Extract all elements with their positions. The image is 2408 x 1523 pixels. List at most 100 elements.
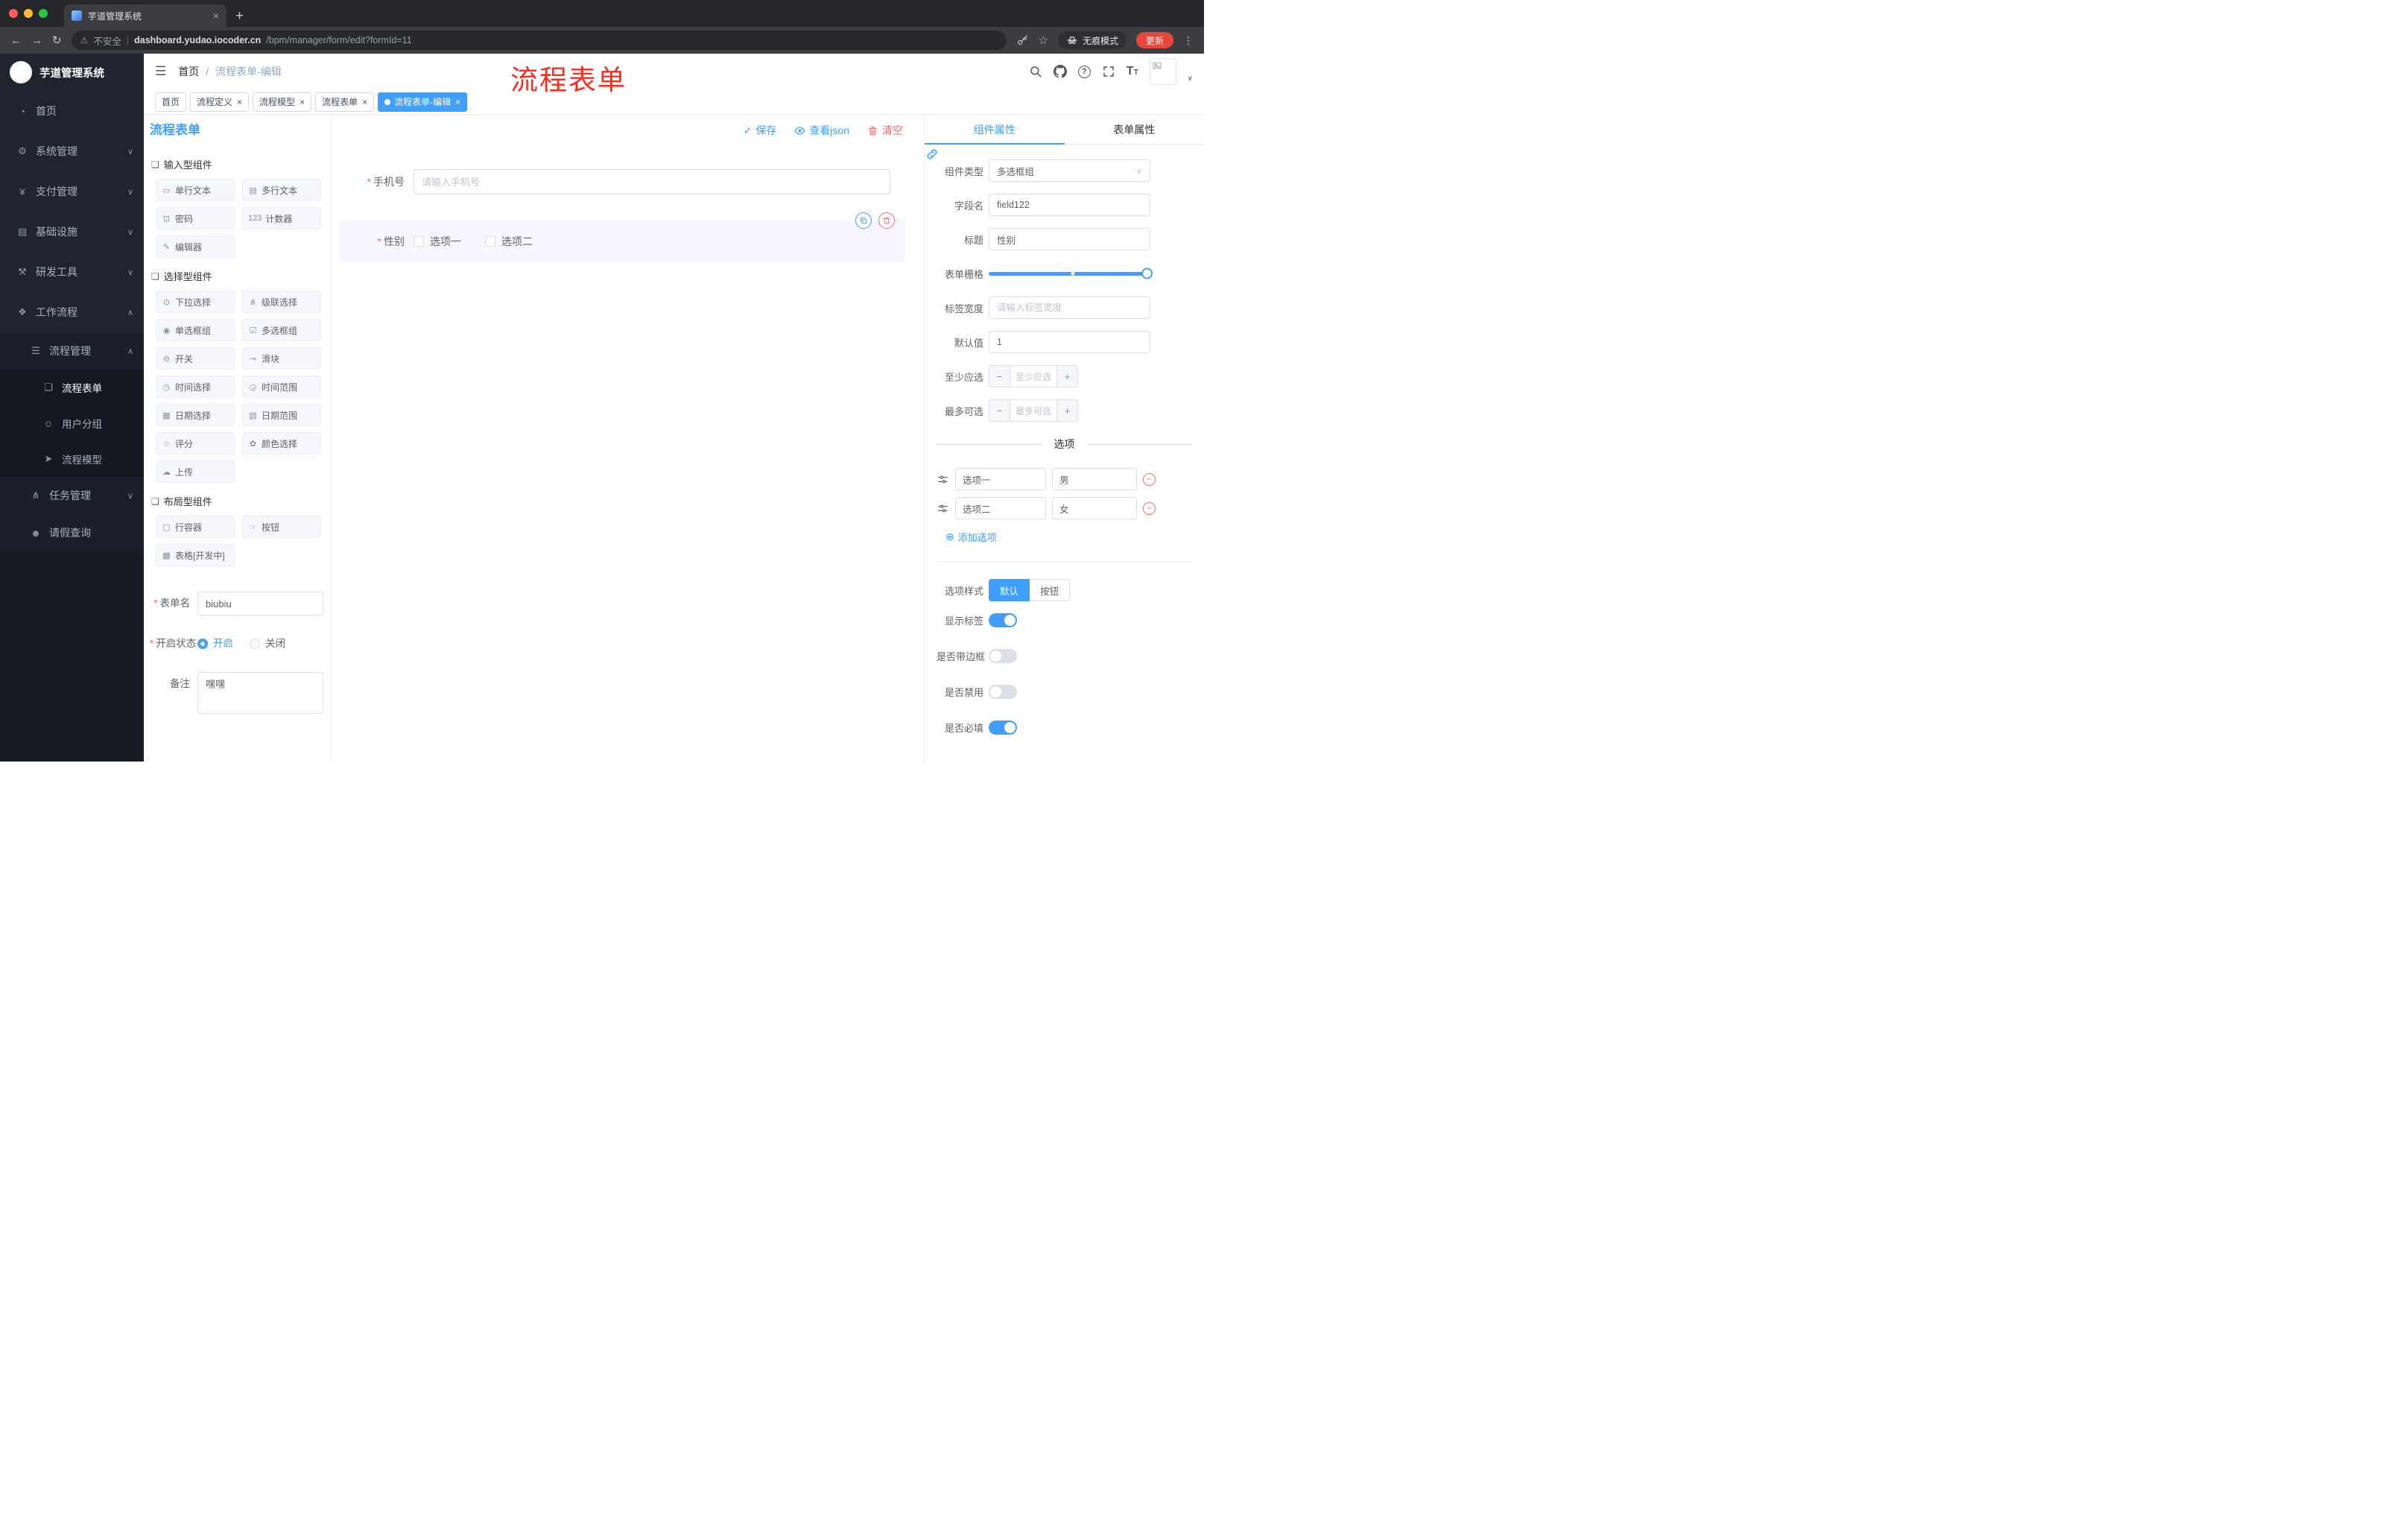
copy-widget-button[interactable]: [855, 212, 872, 229]
sidebar-item-process-management[interactable]: ☰ 流程管理 ∧: [0, 332, 144, 370]
increase-button[interactable]: +: [1056, 366, 1077, 387]
default-value-input[interactable]: [989, 331, 1150, 353]
palette-item-counter[interactable]: 123 计数器: [242, 207, 321, 229]
gender-field-widget[interactable]: * 性别 选项一 选项二: [339, 212, 905, 262]
new-tab-button[interactable]: +: [235, 9, 244, 23]
status-on-radio[interactable]: 开启: [197, 632, 233, 656]
close-icon[interactable]: ×: [237, 97, 242, 107]
fullscreen-icon[interactable]: [1102, 65, 1115, 78]
tab-form-props[interactable]: 表单属性: [1065, 115, 1205, 144]
bookmark-star-icon[interactable]: ☆: [1039, 34, 1048, 47]
decrease-button[interactable]: −: [989, 400, 1010, 421]
palette-item-date-picker[interactable]: ▦ 日期选择: [156, 404, 235, 426]
address-bar[interactable]: ⚠ 不安全 | dashboard.yudao.iocoder.cn/bpm/m…: [71, 31, 1007, 50]
save-button[interactable]: ✓ 保存: [744, 123, 777, 138]
sidebar-item-dev-tools[interactable]: ⚒ 研发工具 ∨: [0, 252, 144, 292]
palette-item-button[interactable]: ☞ 按钮: [242, 516, 321, 538]
sidebar-item-leave-query[interactable]: ☻ 请假查询: [0, 514, 144, 551]
tag-process-model[interactable]: 流程模型 ×: [253, 92, 312, 112]
sidebar-item-process-model[interactable]: ➤ 流程模型: [0, 441, 144, 477]
palette-item-checkbox-group[interactable]: ☑ 多选框组: [242, 319, 321, 341]
disabled-toggle[interactable]: [989, 685, 1017, 699]
back-button[interactable]: ←: [10, 35, 22, 46]
github-icon[interactable]: [1053, 65, 1067, 78]
forward-button[interactable]: →: [31, 35, 42, 46]
palette-item-password[interactable]: ⊡ 密码: [156, 207, 235, 229]
key-icon[interactable]: [1016, 34, 1029, 47]
field-name-input[interactable]: [989, 194, 1150, 216]
avatar-caret-icon[interactable]: ∨: [1188, 75, 1193, 83]
phone-field-input[interactable]: [414, 169, 890, 194]
palette-item-slider[interactable]: ⊸ 滑块: [242, 347, 321, 370]
zoom-window-button[interactable]: [39, 9, 48, 18]
form-remark-input[interactable]: 嘿嘿: [197, 672, 323, 714]
decrease-button[interactable]: −: [989, 366, 1010, 387]
slider-handle[interactable]: [1141, 267, 1153, 279]
palette-item-row-container[interactable]: ▢ 行容器: [156, 516, 235, 538]
palette-item-time-picker[interactable]: ◷ 时间选择: [156, 376, 235, 398]
close-icon[interactable]: ×: [455, 97, 460, 107]
sidebar-item-workflow[interactable]: ❖ 工作流程 ∧: [0, 292, 144, 332]
border-toggle[interactable]: [989, 649, 1017, 663]
search-icon[interactable]: [1029, 65, 1042, 78]
palette-item-upload[interactable]: ☁ 上传: [156, 460, 235, 483]
sidebar-item-user-group[interactable]: ☺ 用户分组: [0, 405, 144, 441]
max-select-value[interactable]: 最多可选: [1010, 400, 1056, 421]
remove-option-button[interactable]: −: [1143, 472, 1156, 486]
option-1-label-input[interactable]: [955, 468, 1046, 490]
delete-widget-button[interactable]: [878, 212, 895, 229]
clear-button[interactable]: 清空: [867, 123, 903, 138]
window-controls[interactable]: [9, 0, 54, 27]
option-1-value-input[interactable]: [1052, 468, 1137, 490]
sidebar-item-home[interactable]: ◔ 首页: [0, 91, 144, 131]
increase-button[interactable]: +: [1056, 400, 1077, 421]
palette-item-table[interactable]: ▩ 表格[开发中]: [156, 544, 235, 566]
palette-item-switch[interactable]: ⊖ 开关: [156, 347, 235, 370]
phone-field-widget[interactable]: * 手机号: [339, 162, 905, 201]
min-select-value[interactable]: 至少应选: [1010, 366, 1056, 387]
label-width-input[interactable]: [989, 297, 1150, 319]
close-window-button[interactable]: [9, 9, 18, 18]
option-2-value-input[interactable]: [1052, 497, 1137, 519]
tag-process-form[interactable]: 流程表单 ×: [315, 92, 375, 112]
form-name-input[interactable]: [197, 592, 323, 615]
sidebar-item-infrastructure[interactable]: ▤ 基础设施 ∨: [0, 212, 144, 252]
drag-handle-icon[interactable]: [937, 502, 949, 515]
breadcrumb-home[interactable]: 首页: [178, 64, 199, 79]
tab-component-props[interactable]: 组件属性: [925, 115, 1065, 145]
status-off-radio[interactable]: 关闭: [250, 632, 285, 656]
close-icon[interactable]: ×: [362, 97, 367, 107]
browser-tab[interactable]: 芋道管理系统 ×: [64, 4, 226, 27]
view-json-button[interactable]: 查看json: [794, 123, 849, 138]
sidebar-item-payment-management[interactable]: ¥ 支付管理 ∨: [0, 171, 144, 212]
browser-menu-icon[interactable]: ⋮: [1183, 34, 1194, 47]
gender-option-1-checkbox[interactable]: 选项一: [414, 234, 461, 249]
add-option-button[interactable]: ⊕ 添加选项: [945, 530, 1192, 544]
palette-item-radio-group[interactable]: ◉ 单选框组: [156, 319, 235, 341]
palette-item-time-range-picker[interactable]: ◶ 时间范围: [242, 376, 321, 398]
min-select-stepper[interactable]: − 至少应选 +: [989, 365, 1078, 387]
palette-item-select[interactable]: ⊙ 下拉选择: [156, 291, 235, 313]
update-button[interactable]: 更新: [1135, 32, 1173, 48]
close-tab-icon[interactable]: ×: [213, 10, 219, 22]
palette-item-rich-editor[interactable]: ✎ 编辑器: [156, 235, 235, 258]
max-select-stepper[interactable]: − 最多可选 +: [989, 399, 1078, 422]
tag-home[interactable]: 首页: [155, 92, 187, 112]
canvas-body[interactable]: * 手机号 请输入手机号 * 性别 选项一 选项二: [332, 146, 924, 762]
help-icon[interactable]: ?: [1077, 65, 1091, 78]
option-2-label-input[interactable]: [955, 497, 1046, 519]
palette-item-color-picker[interactable]: ✿ 颜色选择: [242, 432, 321, 455]
sidebar-item-process-form[interactable]: ❏ 流程表单: [0, 370, 144, 405]
drag-handle-icon[interactable]: [937, 473, 949, 486]
font-size-icon[interactable]: TT: [1127, 65, 1138, 78]
required-toggle[interactable]: [989, 721, 1017, 735]
reload-button[interactable]: ↻: [52, 35, 62, 46]
palette-item-cascader[interactable]: ⋔ 级联选择: [242, 291, 321, 313]
palette-item-rate[interactable]: ☆ 评分: [156, 432, 235, 455]
style-default-button[interactable]: 默认: [989, 579, 1030, 601]
remove-option-button[interactable]: −: [1143, 501, 1156, 515]
show-label-toggle[interactable]: [989, 613, 1017, 627]
gender-option-2-checkbox[interactable]: 选项二: [485, 234, 533, 249]
minimize-window-button[interactable]: [24, 9, 33, 18]
title-input[interactable]: [989, 228, 1150, 250]
